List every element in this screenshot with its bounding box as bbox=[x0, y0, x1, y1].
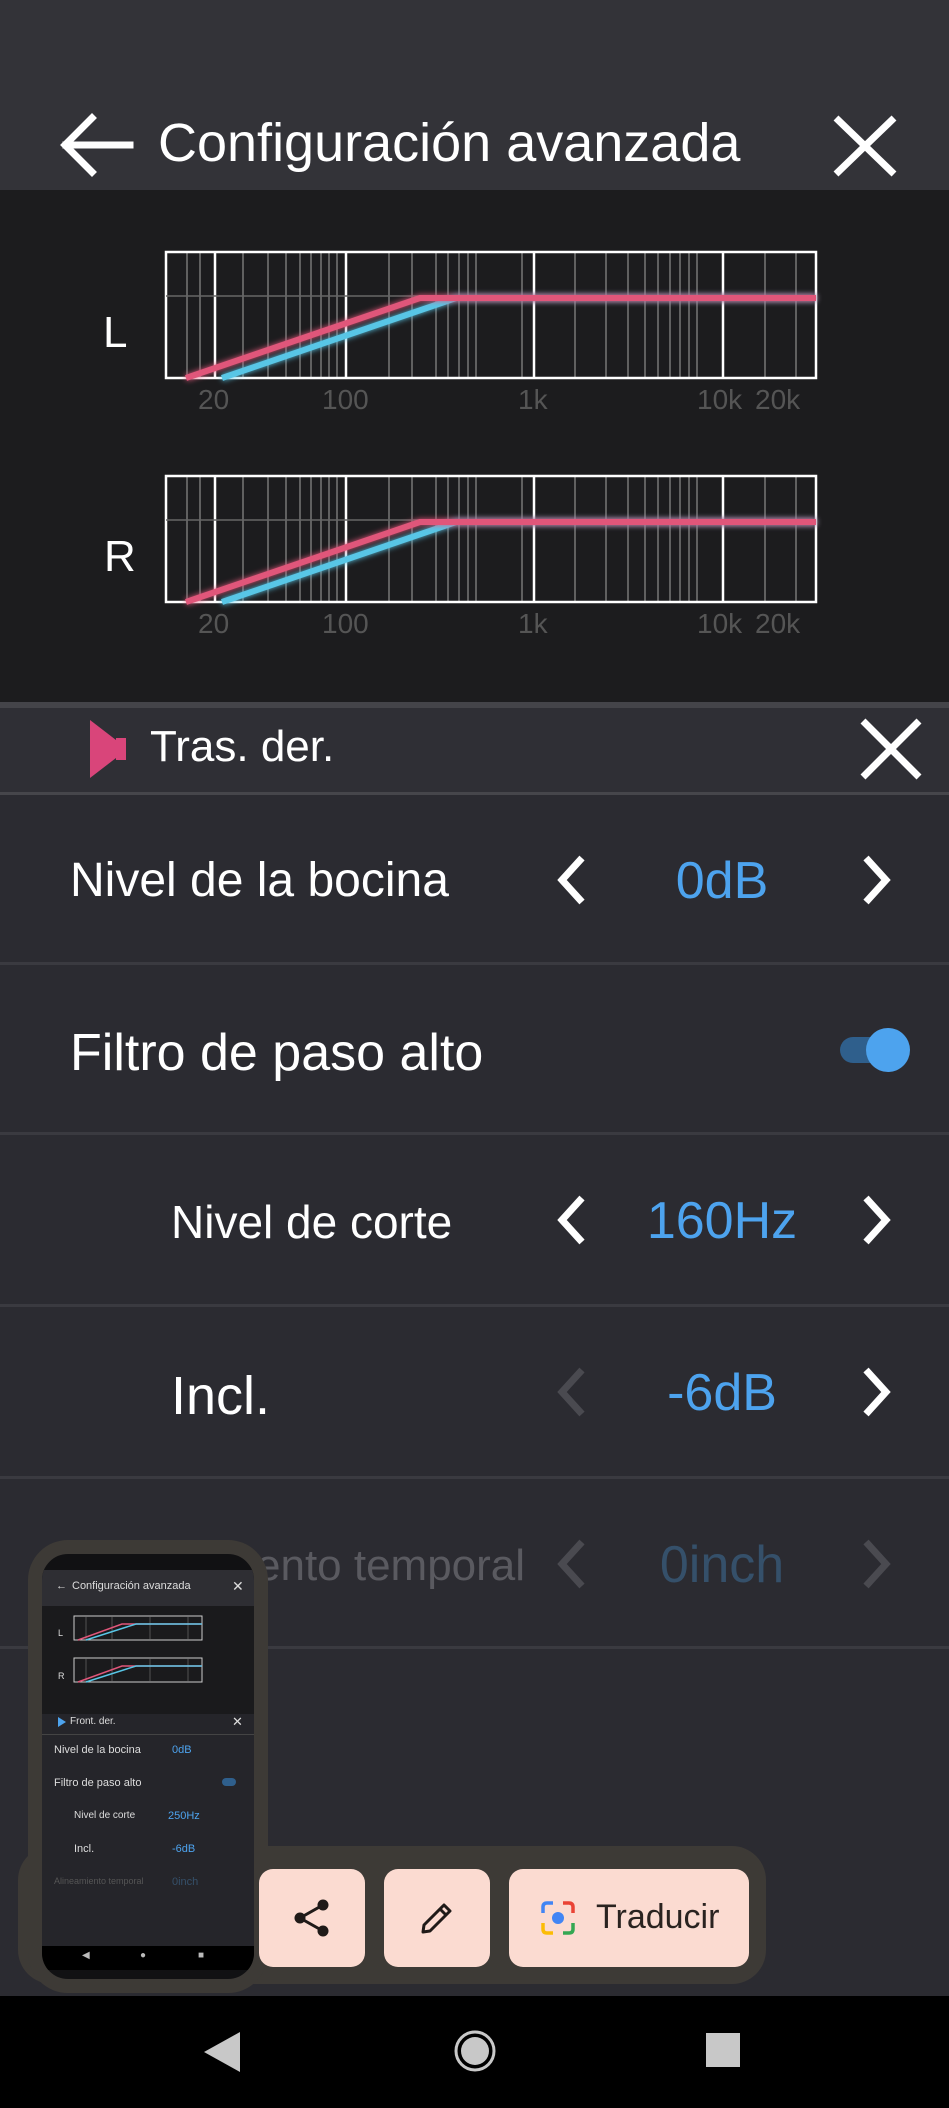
increase-button[interactable] bbox=[856, 852, 896, 908]
graph-right: 20 100 1k 10k 20k bbox=[164, 474, 818, 639]
time-alignment-label: ento temporal bbox=[256, 1541, 526, 1590]
speaker-icon bbox=[88, 718, 128, 780]
pencil-icon bbox=[421, 1903, 452, 1934]
thumbnail-row-value: 250Hz bbox=[168, 1810, 200, 1822]
freq-tick-label: 20k bbox=[755, 384, 801, 415]
time-alignment-value: 0inch bbox=[659, 1536, 785, 1594]
cutoff-row: Nivel de corte 160Hz bbox=[0, 1135, 949, 1305]
increase-button-disabled[interactable] bbox=[856, 1536, 896, 1592]
decrease-button-disabled[interactable] bbox=[552, 1364, 592, 1420]
thumbnail-row-value: 0inch bbox=[172, 1876, 199, 1888]
google-lens-icon bbox=[541, 1901, 575, 1935]
translate-label: Traducir bbox=[596, 1898, 720, 1936]
speaker-level-value: 0dB bbox=[675, 852, 769, 910]
freq-tick-label: 20 bbox=[198, 608, 229, 639]
high-pass-filter-row: Filtro de paso alto bbox=[0, 965, 949, 1135]
freq-tick-label: 1k bbox=[518, 608, 549, 639]
screenshot-thumbnail[interactable]: ← Configuración avanzada ✕ L R Front. de… bbox=[28, 1540, 268, 1993]
thumbnail-row-value: 0dB bbox=[172, 1744, 192, 1756]
share-icon bbox=[294, 1899, 329, 1937]
increase-button[interactable] bbox=[856, 1192, 896, 1248]
thumbnail-close-icon: ✕ bbox=[232, 1578, 244, 1594]
speaker-close-button[interactable] bbox=[858, 716, 924, 782]
freq-tick-label: 10k bbox=[697, 384, 743, 415]
nav-back-icon[interactable] bbox=[202, 2030, 242, 2074]
thumbnail-body: Front. der. ✕ Nivel de la bocina 0dB Fil… bbox=[42, 1714, 254, 1946]
decrease-button[interactable] bbox=[552, 852, 592, 908]
thumbnail-nav-recents-icon: ■ bbox=[198, 1950, 205, 1961]
share-button[interactable] bbox=[259, 1869, 365, 1967]
close-button[interactable] bbox=[830, 112, 900, 180]
thumbnail-row-label: Incl. bbox=[74, 1843, 95, 1855]
thumbnail-nav-home-icon: ● bbox=[140, 1950, 147, 1961]
arrow-left-icon bbox=[60, 113, 134, 177]
freq-tick-label: 100 bbox=[322, 608, 369, 639]
thumbnail-title: Configuración avanzada bbox=[72, 1580, 191, 1592]
slope-label: Incl. bbox=[171, 1366, 271, 1426]
status-bar bbox=[0, 0, 949, 110]
decrease-button[interactable] bbox=[552, 1192, 592, 1248]
decrease-button-disabled[interactable] bbox=[552, 1536, 592, 1592]
speaker-title: Tras. der. bbox=[150, 722, 335, 771]
freq-tick-label: 20 bbox=[198, 384, 229, 415]
high-pass-toggle[interactable] bbox=[838, 1027, 912, 1073]
high-pass-filter-label: Filtro de paso alto bbox=[70, 1024, 484, 1082]
speaker-bar bbox=[0, 708, 949, 792]
nav-home-icon[interactable] bbox=[452, 2028, 498, 2074]
thumbnail-row-label: Filtro de paso alto bbox=[54, 1777, 142, 1789]
thumbnail-graph-lines bbox=[73, 1615, 203, 1683]
page-title: Configuración avanzada bbox=[158, 113, 741, 173]
crossover-graph-panel: L R 20 100 1k 10k 20k 20 100 1k 10k 20k bbox=[0, 190, 949, 702]
cutoff-value: 160Hz bbox=[646, 1192, 798, 1250]
close-icon bbox=[860, 718, 922, 780]
thumbnail-back-icon: ← bbox=[56, 1580, 67, 1592]
thumbnail-speaker-icon bbox=[58, 1717, 66, 1727]
thumbnail-speaker-title: Front. der. bbox=[70, 1716, 116, 1727]
thumbnail-toggle bbox=[222, 1778, 236, 1786]
slope-row: Incl. -6dB bbox=[0, 1307, 949, 1477]
thumbnail-speaker-close-icon: ✕ bbox=[232, 1714, 243, 1729]
freq-tick-label: 10k bbox=[697, 608, 743, 639]
thumbnail-row-label: Alineamiento temporal bbox=[54, 1876, 144, 1886]
thumbnail-nav-back-icon: ◀ bbox=[82, 1950, 90, 1961]
increase-button[interactable] bbox=[856, 1364, 896, 1420]
graph-left: 20 100 1k 10k 20k bbox=[164, 250, 818, 415]
slope-value: -6dB bbox=[667, 1364, 777, 1422]
nav-recents-icon[interactable] bbox=[705, 2032, 741, 2068]
thumbnail-navbar: ◀ ● ■ bbox=[42, 1946, 254, 1970]
close-icon bbox=[833, 115, 897, 177]
speaker-level-row: Nivel de la bocina 0dB bbox=[0, 795, 949, 965]
thumbnail-graph: L R bbox=[42, 1606, 254, 1714]
cutoff-label: Nivel de corte bbox=[171, 1196, 453, 1248]
thumbnail-row-label: Nivel de corte bbox=[74, 1810, 136, 1821]
divider bbox=[42, 1734, 254, 1735]
freq-tick-label: 1k bbox=[518, 384, 549, 415]
thumbnail-row-label: Nivel de la bocina bbox=[54, 1744, 141, 1756]
freq-tick-label: 20k bbox=[755, 608, 801, 639]
thumbnail-row-value: -6dB bbox=[172, 1843, 196, 1855]
edit-button[interactable] bbox=[384, 1869, 490, 1967]
crossover-graphs: 20 100 1k 10k 20k 20 100 1k 10k 20k bbox=[164, 250, 818, 639]
speaker-level-label: Nivel de la bocina bbox=[70, 854, 449, 907]
system-navbar bbox=[0, 1996, 949, 2108]
back-button[interactable] bbox=[56, 110, 136, 180]
freq-tick-label: 100 bbox=[322, 384, 369, 415]
